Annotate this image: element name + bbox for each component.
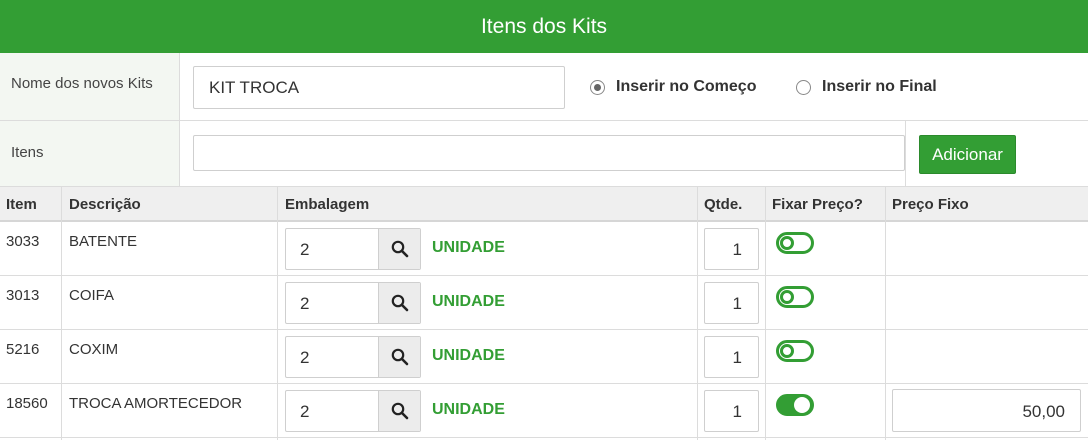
page-title: Itens dos Kits (480, 14, 608, 38)
column-divider (277, 187, 278, 440)
col-header-qty: Qtde. (704, 196, 743, 213)
unit-label: UNIDADE (432, 347, 505, 364)
table-row: 3013 COIFA 2 UNIDADE 1 (0, 276, 1088, 330)
table-row: 18560 TROCA AMORTECEDOR 2 UNIDADE 1 50,0… (0, 384, 1088, 438)
row-item: 3013 (6, 287, 40, 304)
row-description: COIFA (69, 287, 115, 304)
itens-input[interactable] (193, 135, 905, 171)
kit-name-label: Nome dos novos Kits (0, 53, 180, 120)
col-header-item: Item (6, 196, 37, 213)
package-input[interactable]: 2 (285, 228, 421, 270)
insert-start-label: Inserir no Começo (616, 78, 757, 95)
insert-start-option[interactable]: Inserir no Começo (590, 78, 756, 96)
insert-end-label: Inserir no Final (822, 78, 937, 95)
row-description: COXIM (69, 341, 119, 358)
insert-end-option[interactable]: Inserir no Final (796, 78, 937, 96)
package-value: 2 (300, 240, 310, 259)
search-icon (391, 294, 408, 312)
unit-label: UNIDADE (432, 239, 505, 256)
kit-name-value: KIT TROCA (209, 77, 300, 97)
column-divider (885, 187, 886, 440)
table-row: 3033 BATENTE 2 UNIDADE 1 (0, 222, 1088, 276)
row-item: 5216 (6, 341, 40, 358)
package-input[interactable]: 2 (285, 282, 421, 324)
qty-input[interactable]: 1 (704, 282, 759, 324)
row-description: BATENTE (69, 233, 138, 250)
row-item: 18560 (6, 395, 48, 412)
table-row: 5216 COXIM 2 UNIDADE 1 (0, 330, 1088, 384)
row-item: 3033 (6, 233, 40, 250)
col-header-package: Embalagem (285, 196, 370, 213)
page-title-bar: Itens dos Kits (0, 0, 1088, 53)
search-icon (391, 240, 408, 258)
fix-price-toggle[interactable] (776, 232, 814, 254)
row-description: TROCA AMORTECEDOR (69, 395, 243, 412)
col-header-description: Descrição (69, 196, 141, 213)
column-divider (61, 187, 62, 440)
search-icon (391, 348, 408, 366)
column-divider (765, 187, 766, 440)
package-value: 2 (300, 294, 310, 313)
column-divider (697, 187, 698, 440)
table-header: Item Descrição Embalagem Qtde. Fixar Pre… (0, 187, 1088, 222)
qty-input[interactable]: 1 (704, 228, 759, 270)
add-button[interactable]: Adicionar (919, 135, 1016, 174)
package-search-button[interactable] (378, 283, 420, 323)
package-search-button[interactable] (378, 391, 420, 431)
package-value: 2 (300, 348, 310, 367)
package-value: 2 (300, 402, 310, 421)
package-input[interactable]: 2 (285, 336, 421, 378)
kit-name-row: Nome dos novos Kits KIT TROCA Inserir no… (0, 53, 1088, 121)
button-divider (905, 121, 906, 187)
itens-label: Itens (0, 121, 180, 186)
fix-price-toggle[interactable] (776, 340, 814, 362)
search-icon (391, 402, 408, 420)
unit-label: UNIDADE (432, 401, 505, 418)
qty-input[interactable]: 1 (704, 336, 759, 378)
package-input[interactable]: 2 (285, 390, 421, 432)
package-search-button[interactable] (378, 337, 420, 377)
itens-row: Itens Adicionar (0, 121, 1088, 187)
fix-price-toggle[interactable] (776, 394, 814, 416)
insert-end-radio[interactable] (796, 79, 811, 95)
kit-name-input[interactable]: KIT TROCA (193, 66, 565, 109)
unit-label: UNIDADE (432, 293, 505, 310)
col-header-fix-price: Fixar Preço? (772, 196, 863, 213)
col-header-fixed-price: Preço Fixo (892, 196, 969, 213)
insert-start-radio[interactable] (590, 79, 605, 95)
fix-price-toggle[interactable] (776, 286, 814, 308)
qty-input[interactable]: 1 (704, 390, 759, 432)
package-search-button[interactable] (378, 229, 420, 269)
fixed-price-input[interactable]: 50,00 (892, 389, 1081, 432)
